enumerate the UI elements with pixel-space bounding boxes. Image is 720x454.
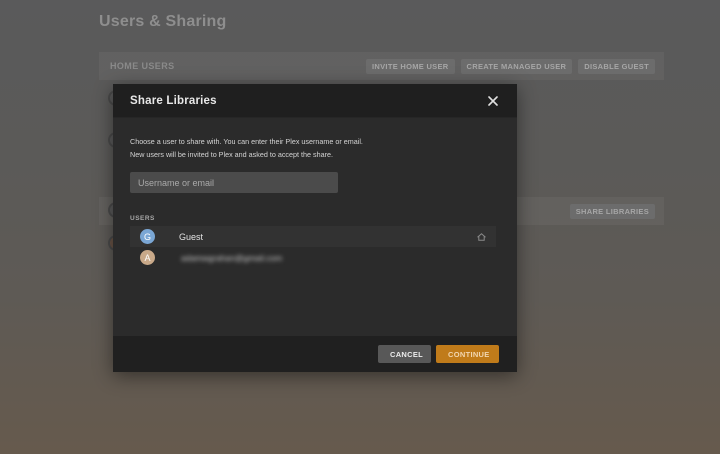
users-section-label: USERS <box>130 215 155 222</box>
continue-button[interactable]: CONTINUE <box>436 345 499 363</box>
close-icon[interactable] <box>486 94 500 108</box>
user-email: adamwgrahan@gmail.com <box>181 252 283 263</box>
cancel-button[interactable]: CANCEL <box>378 345 431 363</box>
disable-guest-button[interactable]: DISABLE GUEST <box>578 58 655 74</box>
username-or-email-input[interactable] <box>130 172 338 193</box>
invite-home-user-button[interactable]: INVITE HOME USER <box>366 58 455 74</box>
home-users-actions: INVITE HOME USER CREATE MANAGED USER DIS… <box>366 58 655 74</box>
home-users-bar: HOME USERS INVITE HOME USER CREATE MANAG… <box>99 52 664 80</box>
create-managed-user-button[interactable]: CREATE MANAGED USER <box>460 58 573 74</box>
dialog-title: Share Libraries <box>130 94 217 107</box>
dialog-description-line: New users will be invited to Plex and as… <box>130 150 333 159</box>
page-title: Users & Sharing <box>99 13 227 30</box>
user-name: Guest <box>179 231 204 242</box>
dialog-body: Choose a user to share with. You can ent… <box>113 118 517 336</box>
home-icon <box>476 232 486 242</box>
friends-actions: SHARE LIBRARIES <box>569 203 655 219</box>
avatar: A <box>140 250 155 265</box>
avatar: G <box>140 229 155 244</box>
user-row-guest[interactable]: G Guest <box>130 226 496 247</box>
share-libraries-button[interactable]: SHARE LIBRARIES <box>569 203 655 219</box>
share-libraries-dialog: Share Libraries Choose a user to share w… <box>113 84 517 372</box>
dialog-header: Share Libraries <box>113 84 517 118</box>
dialog-footer: CANCEL CONTINUE <box>113 336 517 372</box>
user-list: G Guest A adamwgrahan@gmail.com <box>130 226 500 268</box>
home-users-label: HOME USERS <box>110 61 175 71</box>
user-row-email[interactable]: A adamwgrahan@gmail.com <box>130 247 496 268</box>
dialog-description-line: Choose a user to share with. You can ent… <box>130 137 363 146</box>
